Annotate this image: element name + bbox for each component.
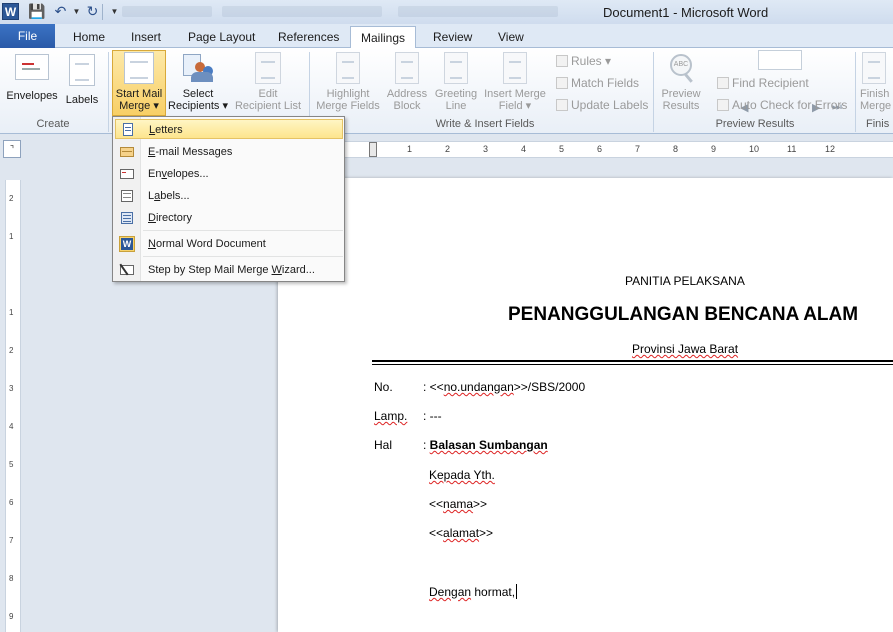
update-labels-icon <box>556 99 568 111</box>
finish-merge-button[interactable]: Finish Merge <box>860 52 893 112</box>
lamp-label: Lamp. <box>374 409 408 423</box>
address-block-button[interactable]: Address Block <box>384 52 430 112</box>
lamp-value: : --- <box>423 409 442 423</box>
menu-divider <box>143 256 343 257</box>
save-icon[interactable]: 💾 <box>28 3 45 20</box>
tab-review[interactable]: Review <box>423 26 482 48</box>
background-tab-ghost <box>222 6 382 17</box>
tab-selector-icon[interactable]: ⌝ <box>3 140 21 158</box>
envelope-icon <box>15 54 49 80</box>
menu-item-labels[interactable]: Labels... <box>115 186 343 206</box>
word-doc-icon: W <box>119 236 135 252</box>
hal-value: : Balasan Sumbangan <box>423 438 548 452</box>
select-recipients-button[interactable]: Select Recipients ▾ <box>167 52 229 112</box>
email-icon <box>119 144 135 160</box>
rules-button[interactable]: Rules ▾ <box>556 54 611 68</box>
indent-marker-icon[interactable] <box>369 142 377 157</box>
menu-item-letters[interactable]: Letters <box>115 119 343 139</box>
address-block-icon <box>395 52 419 84</box>
group-label-finish: Finis <box>866 118 890 130</box>
letter-heading: PENANGGULANGAN BENCANA ALAM <box>508 304 859 325</box>
menu-item-email-messages[interactable]: E-mail Messages <box>115 142 343 162</box>
org-line: PANITIA PELAKSANA <box>625 274 745 288</box>
find-recipient-button[interactable]: Find Recipient <box>717 76 809 90</box>
rules-icon <box>556 55 568 67</box>
vertical-ruler[interactable]: 2 1 1 2 3 4 5 6 7 8 9 <box>5 180 21 632</box>
undo-dropdown-icon[interactable]: ▼ <box>68 3 85 20</box>
preview-results-button[interactable]: ABC Preview Results <box>657 52 705 112</box>
tab-references[interactable]: References <box>268 26 349 48</box>
start-mail-merge-button[interactable]: Start Mail Merge ▾ <box>112 52 166 112</box>
document-page[interactable] <box>278 178 893 632</box>
menu-item-envelopes[interactable]: Envelopes... <box>115 164 343 184</box>
greeting-line: Dengan hormat, <box>429 584 518 599</box>
qat-divider <box>102 4 103 20</box>
insert-field-icon <box>503 52 527 84</box>
menu-divider <box>143 230 343 231</box>
header-rule <box>372 364 893 365</box>
group-divider <box>108 52 109 132</box>
greeting-line-button[interactable]: Greeting Line <box>431 52 481 112</box>
auto-check-errors-button[interactable]: Auto Check for Errors <box>717 98 847 112</box>
menu-item-directory[interactable]: Directory <box>115 208 343 228</box>
tab-mailings[interactable]: Mailings <box>350 26 417 49</box>
province-line: Provinsi Jawa Barat <box>632 342 739 356</box>
menu-item-normal-word-document[interactable]: W Normal Word Document <box>115 234 343 254</box>
labels-icon <box>69 54 95 86</box>
redo-icon[interactable]: ↻ <box>84 3 101 20</box>
greeting-line-icon <box>444 52 468 84</box>
letter-icon <box>120 122 136 138</box>
finish-merge-icon <box>862 52 886 84</box>
start-mail-merge-menu: Letters E-mail Messages Envelopes... Lab… <box>112 116 345 282</box>
match-fields-icon <box>556 77 568 89</box>
undo-icon[interactable]: ↶ <box>52 3 69 20</box>
group-label-create: Create <box>36 118 70 130</box>
word-app-icon[interactable]: W <box>2 3 19 20</box>
background-tab-ghost <box>122 6 212 17</box>
group-label-preview-results: Preview Results <box>715 118 795 130</box>
edit-recipient-list-button[interactable]: Edit Recipient List <box>231 52 305 112</box>
highlight-fields-icon <box>336 52 360 84</box>
recipient-salutation: Kepada Yth. <box>429 468 495 482</box>
no-value: : <<no.undangan>>/SBS/2000 <box>423 380 586 394</box>
window-title: Document1 - Microsoft Word <box>603 5 769 20</box>
match-fields-button[interactable]: Match Fields <box>556 76 639 90</box>
record-number-input[interactable] <box>758 50 802 70</box>
directory-icon <box>119 210 135 226</box>
labels-icon <box>119 188 135 204</box>
find-recipient-icon <box>717 77 729 89</box>
no-label: No. <box>374 380 393 394</box>
insert-merge-field-button[interactable]: Insert Merge Field ▾ <box>481 52 549 112</box>
tab-view[interactable]: View <box>488 26 534 48</box>
header-rule <box>372 360 893 362</box>
tab-home[interactable]: Home <box>63 26 115 48</box>
text-cursor <box>516 584 518 599</box>
merge-field-alamat: <<alamat>> <box>429 526 494 540</box>
update-labels-button[interactable]: Update Labels <box>556 98 648 112</box>
tab-page-layout[interactable]: Page Layout <box>178 26 265 48</box>
background-tab-ghost <box>398 6 558 17</box>
merge-field-nama: <<nama>> <box>429 497 488 511</box>
wizard-icon <box>119 262 135 278</box>
start-mail-merge-icon <box>124 52 154 84</box>
envelopes-button[interactable]: Envelopes <box>5 54 59 102</box>
tab-file[interactable]: File <box>0 24 55 48</box>
title-bar: W 💾 ↶ ▼ ↻ ▼ Document1 - Microsoft Word <box>0 0 893 24</box>
check-errors-icon <box>717 99 729 111</box>
edit-list-icon <box>255 52 281 84</box>
ribbon-tabs: File Home Insert Page Layout References … <box>0 24 893 49</box>
menu-item-mail-merge-wizard[interactable]: Step by Step Mail Merge Wizard... <box>115 260 343 280</box>
horizontal-ruler[interactable]: 1 2 3 4 5 6 7 8 9 10 11 12 <box>345 141 893 158</box>
tab-insert[interactable]: Insert <box>121 26 171 48</box>
group-divider <box>855 52 856 132</box>
labels-button[interactable]: Labels <box>62 54 102 106</box>
highlight-merge-fields-button[interactable]: Highlight Merge Fields <box>313 52 383 112</box>
hal-label: Hal <box>374 438 393 452</box>
group-divider <box>653 52 654 132</box>
group-label-write-insert: Write & Insert Fields <box>435 118 535 130</box>
magnifier-abc-icon: ABC <box>666 52 696 84</box>
envelope-icon <box>119 166 135 182</box>
recipients-icon <box>181 52 215 84</box>
customize-qat-icon[interactable]: ▼ <box>106 3 123 20</box>
